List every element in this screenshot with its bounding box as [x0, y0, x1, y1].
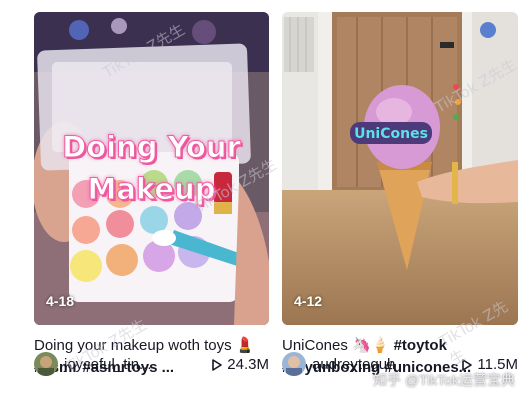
- video-overlay-line1: Doing Your: [62, 130, 242, 165]
- video-overlay-line2: Makeup: [87, 172, 216, 207]
- video-date: 4-18: [46, 293, 75, 309]
- unicones-image: UniCones: [282, 12, 518, 325]
- video-card-2[interactable]: UniCones 4-12 UniCones 🦄🍦 #toytok #toyun…: [282, 12, 518, 402]
- avatar[interactable]: [282, 352, 306, 376]
- username[interactable]: audreyteguh: [312, 356, 395, 373]
- makeup-palette-image: [34, 12, 269, 325]
- play-icon: [462, 358, 473, 371]
- username[interactable]: joyceful_tin...: [64, 356, 152, 373]
- video-card-1[interactable]: Doing Your Makeup 4-18 Doing your makeup…: [34, 12, 269, 402]
- unicones-logo: UniCones: [354, 126, 428, 142]
- video-meta-1: joyceful_tin... 24.3M: [34, 351, 269, 377]
- view-count: 24.3M: [212, 356, 269, 373]
- view-count: 11.5M: [462, 356, 518, 373]
- video-thumbnail-2[interactable]: UniCones 4-12: [282, 12, 518, 325]
- view-count-value: 24.3M: [227, 355, 269, 373]
- video-date: 4-12: [294, 293, 323, 309]
- video-meta-2: audreyteguh 11.5M: [282, 351, 518, 377]
- view-count-value: 11.5M: [477, 355, 518, 373]
- play-icon: [212, 358, 223, 371]
- avatar[interactable]: [34, 352, 58, 376]
- video-thumbnail-1[interactable]: Doing Your Makeup 4-18: [34, 12, 269, 325]
